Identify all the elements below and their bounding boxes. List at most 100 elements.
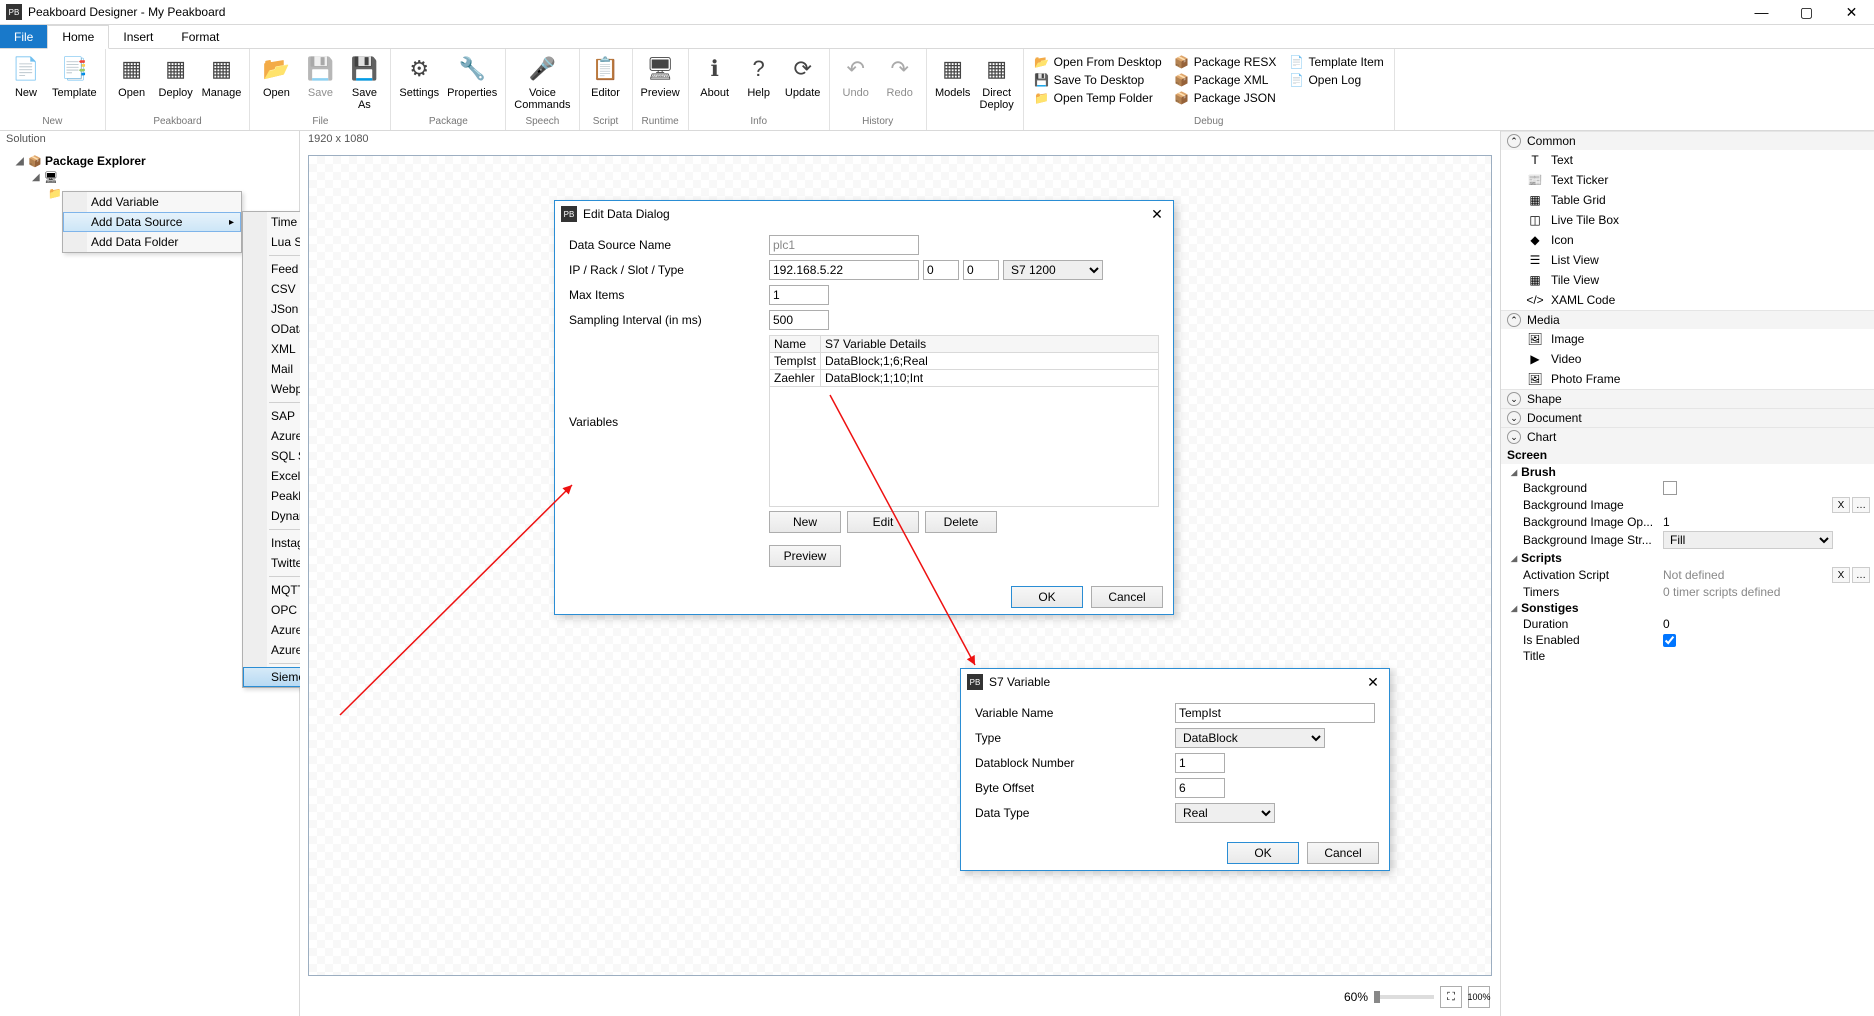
- zoom-fit-button[interactable]: ⛶: [1440, 986, 1462, 1008]
- section-media[interactable]: ⌃Media: [1501, 310, 1874, 329]
- ribbon-save-to-desktop-button[interactable]: 💾Save To Desktop: [1028, 71, 1168, 89]
- ribbon-open-temp-folder-button[interactable]: 📁Open Temp Folder: [1028, 89, 1168, 107]
- dialog2-ok-button[interactable]: OK: [1227, 842, 1299, 864]
- canvas-size-label: 1920 x 1080: [300, 131, 1500, 151]
- ribbon-preview-button[interactable]: 🖥Preview: [637, 51, 684, 116]
- dialog2-close-button[interactable]: ✕: [1363, 674, 1383, 691]
- variables-table[interactable]: NameS7 Variable Details TempIstDataBlock…: [769, 335, 1159, 387]
- context-menu-add: Add VariableAdd Data Source▸Add Data Fol…: [62, 191, 242, 253]
- slot-input[interactable]: [963, 260, 999, 280]
- prop-background-image-str-: Background Image Str...Fill: [1501, 530, 1874, 550]
- variable-type-select[interactable]: DataBlock: [1175, 728, 1325, 748]
- toolbox-icon[interactable]: ◆Icon: [1501, 230, 1874, 250]
- prop-is-enabled: Is Enabled: [1501, 632, 1874, 648]
- var-new-button[interactable]: New: [769, 511, 841, 533]
- table-row[interactable]: TempIstDataBlock;1;6;Real: [770, 353, 1159, 370]
- rack-input[interactable]: [923, 260, 959, 280]
- var-edit-button[interactable]: Edit: [847, 511, 919, 533]
- toolbox-xaml-code[interactable]: </>XAML Code: [1501, 290, 1874, 310]
- ribbon-manage-button[interactable]: ▦Manage: [198, 51, 246, 116]
- ribbon-properties-button[interactable]: 🔧Properties: [443, 51, 501, 116]
- toolbox-tile-view[interactable]: ▦Tile View: [1501, 270, 1874, 290]
- menu-item-add-data-folder[interactable]: Add Data Folder: [63, 232, 241, 252]
- section-chart[interactable]: ⌄Chart: [1501, 427, 1874, 446]
- ribbon-about-button[interactable]: ℹAbout: [693, 51, 737, 116]
- ribbon-settings-button[interactable]: ⚙Settings: [395, 51, 443, 116]
- datablock-number-input[interactable]: [1175, 753, 1225, 773]
- max-items-input[interactable]: [769, 285, 829, 305]
- ribbon-save-as-button[interactable]: 💾SaveAs: [342, 51, 386, 116]
- datasource-name-input[interactable]: [769, 235, 919, 255]
- ribbon-editor-button[interactable]: 📋Editor: [584, 51, 628, 116]
- toolbox-photo-frame[interactable]: 🖼Photo Frame: [1501, 369, 1874, 389]
- ribbon-update-button[interactable]: ⟳Update: [781, 51, 825, 116]
- table-row[interactable]: ZaehlerDataBlock;1;10;Int: [770, 370, 1159, 387]
- menu-item-add-variable[interactable]: Add Variable: [63, 192, 241, 212]
- ribbon-deploy-button[interactable]: ▦Deploy: [154, 51, 198, 116]
- ribbon-template-button[interactable]: 📑Template: [48, 51, 101, 116]
- zoom-100-button[interactable]: 100%: [1468, 986, 1490, 1008]
- section-shape[interactable]: ⌄Shape: [1501, 389, 1874, 408]
- dialog2-cancel-button[interactable]: Cancel: [1307, 842, 1379, 864]
- dialog-cancel-button[interactable]: Cancel: [1091, 586, 1163, 608]
- solution-header: Solution: [0, 131, 299, 151]
- prop-group-brush[interactable]: Brush: [1501, 464, 1874, 480]
- zoom-bar: 60% ⛶ 100%: [1344, 986, 1490, 1008]
- prop-group-scripts[interactable]: Scripts: [1501, 550, 1874, 566]
- ribbon-undo-button[interactable]: ↶Undo: [834, 51, 878, 116]
- settings-icon: ⚙: [403, 53, 435, 85]
- tab-format[interactable]: Format: [167, 25, 233, 48]
- zoom-value: 60%: [1344, 990, 1368, 1004]
- variable-name-input[interactable]: [1175, 703, 1375, 723]
- ribbon-package-xml-button[interactable]: 📦Package XML: [1168, 71, 1283, 89]
- menu-item-add-data-source[interactable]: Add Data Source▸: [63, 212, 241, 232]
- properties-header: Screen: [1501, 446, 1874, 464]
- table-grid-icon: ▦: [1525, 192, 1545, 208]
- menu-tabs: File Home Insert Format: [0, 25, 1874, 49]
- ribbon-template-item-button[interactable]: 📄Template Item: [1282, 53, 1389, 71]
- toolbox-video[interactable]: ▶Video: [1501, 349, 1874, 369]
- toolbox-live-tile-box[interactable]: ◫Live Tile Box: [1501, 210, 1874, 230]
- toolbox-text[interactable]: TText: [1501, 150, 1874, 170]
- prop-background: Background: [1501, 480, 1874, 496]
- toolbox-text-ticker[interactable]: 📰Text Ticker: [1501, 170, 1874, 190]
- ribbon-redo-button[interactable]: ↷Redo: [878, 51, 922, 116]
- prop-group-sonstiges[interactable]: Sonstiges: [1501, 600, 1874, 616]
- ribbon-voice-commands-button[interactable]: 🎤VoiceCommands: [510, 51, 574, 116]
- close-button[interactable]: ✕: [1829, 0, 1874, 25]
- plc-type-select[interactable]: S7 1200: [1003, 260, 1103, 280]
- ribbon-save-button[interactable]: 💾Save: [298, 51, 342, 116]
- toolbox-image[interactable]: 🖼Image: [1501, 329, 1874, 349]
- package-explorer-node[interactable]: ◢📦Package Explorer: [0, 153, 299, 169]
- ribbon-new-button[interactable]: 📄New: [4, 51, 48, 116]
- dialog-ok-button[interactable]: OK: [1011, 586, 1083, 608]
- tab-insert[interactable]: Insert: [109, 25, 167, 48]
- var-delete-button[interactable]: Delete: [925, 511, 997, 533]
- section-common[interactable]: ⌃Common: [1501, 131, 1874, 150]
- byte-offset-input[interactable]: [1175, 778, 1225, 798]
- ribbon-models-button[interactable]: ▦Models: [931, 51, 975, 116]
- ribbon-open-button[interactable]: ▦Open: [110, 51, 154, 116]
- sampling-interval-input[interactable]: [769, 310, 829, 330]
- editor-icon: 📋: [590, 53, 622, 85]
- tree-child-1[interactable]: ◢🖥S: [0, 169, 299, 185]
- minimize-button[interactable]: —: [1739, 0, 1784, 25]
- ribbon-open-button[interactable]: 📂Open: [254, 51, 298, 116]
- ribbon-package-resx-button[interactable]: 📦Package RESX: [1168, 53, 1283, 71]
- tab-home[interactable]: Home: [47, 25, 109, 49]
- dialog-close-button[interactable]: ✕: [1147, 206, 1167, 223]
- tab-file[interactable]: File: [0, 25, 47, 48]
- ribbon-open-log-button[interactable]: 📄Open Log: [1282, 71, 1389, 89]
- xaml-code-icon: </>: [1525, 292, 1545, 308]
- section-document[interactable]: ⌄Document: [1501, 408, 1874, 427]
- ribbon-direct-deploy-button[interactable]: ▦DirectDeploy: [975, 51, 1019, 116]
- ribbon-open-from-desktop-button[interactable]: 📂Open From Desktop: [1028, 53, 1168, 71]
- toolbox-list-view[interactable]: ☰List View: [1501, 250, 1874, 270]
- ribbon-help-button[interactable]: ?Help: [737, 51, 781, 116]
- ribbon-package-json-button[interactable]: 📦Package JSON: [1168, 89, 1283, 107]
- maximize-button[interactable]: ▢: [1784, 0, 1829, 25]
- toolbox-table-grid[interactable]: ▦Table Grid: [1501, 190, 1874, 210]
- ip-input[interactable]: [769, 260, 919, 280]
- data-type-select[interactable]: Real: [1175, 803, 1275, 823]
- preview-button[interactable]: Preview: [769, 545, 841, 567]
